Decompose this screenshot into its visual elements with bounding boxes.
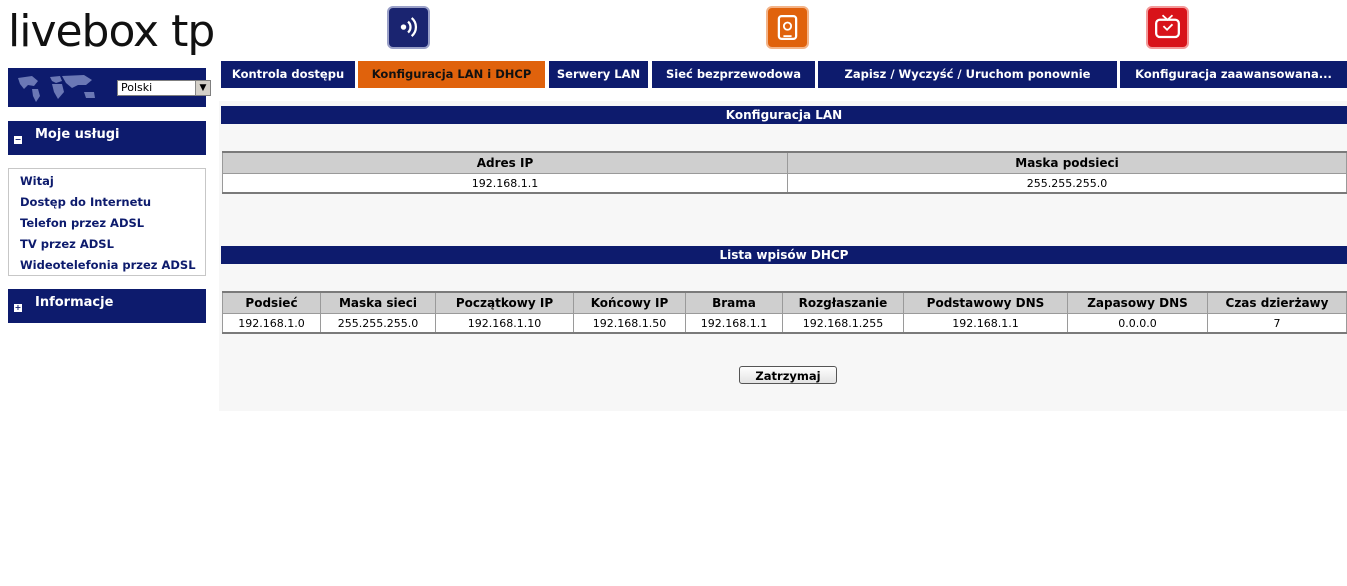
my-services-title: Moje usługi [35,127,120,142]
service-link-welcome[interactable]: Witaj [20,174,54,188]
service-link-tv[interactable]: TV przez ADSL [20,237,114,251]
tab-lan-servers[interactable]: Serwery LAN [549,61,648,88]
table-cell: 192.168.1.1 [903,313,1068,334]
column-header: Końcowy IP [573,291,686,314]
dropdown-arrow-icon[interactable]: ▼ [195,81,210,95]
language-select[interactable]: Polski ▼ [117,80,211,96]
tv-icon[interactable] [1146,6,1189,49]
voip-icon[interactable] [387,6,430,49]
table-cell: 192.168.1.1 [685,313,783,334]
livebox-logo: livebox tp [8,6,215,57]
table-cell: 192.168.1.50 [573,313,686,334]
column-header: Maska podsieci [787,151,1347,174]
table-cell: 192.168.1.0 [222,313,321,334]
lan-config-title: Konfiguracja LAN [221,106,1347,124]
column-header: Zapasowy DNS [1067,291,1208,314]
service-link-phone[interactable]: Telefon przez ADSL [20,216,144,230]
column-header: Brama [685,291,783,314]
column-header: Adres IP [222,151,788,174]
table-row: 192.168.1.0 255.255.255.0 192.168.1.10 1… [222,313,1347,334]
tab-advanced-config[interactable]: Konfiguracja zaawansowana... [1120,61,1347,88]
stop-button[interactable]: Zatrzymaj [739,366,837,384]
table-cell: 7 [1207,313,1347,334]
my-services-header[interactable]: − Moje usługi [8,121,206,155]
service-link-videophone[interactable]: Wideotelefonia przez ADSL [20,258,196,272]
language-selected: Polski [121,81,153,94]
language-bar: Polski ▼ [8,68,211,107]
email-icon[interactable] [766,6,809,49]
dhcp-table: Podsieć Maska sieci Początkowy IP Końcow… [222,291,1347,334]
world-map-icon [18,75,95,102]
table-cell: 192.168.1.1 [222,173,788,194]
column-header: Czas dzierżawy [1207,291,1347,314]
information-title: Informacje [35,295,114,310]
tab-lan-dhcp[interactable]: Konfiguracja LAN i DHCP [358,61,545,88]
services-list: Witaj Dostęp do Internetu Telefon przez … [8,168,206,276]
table-cell: 192.168.1.10 [435,313,574,334]
table-header-row: Podsieć Maska sieci Początkowy IP Końcow… [222,291,1347,314]
table-cell: 255.255.255.0 [787,173,1347,194]
column-header: Podstawowy DNS [903,291,1068,314]
table-cell: 255.255.255.0 [320,313,436,334]
table-cell: 192.168.1.255 [782,313,904,334]
column-header: Rozgłaszanie [782,291,904,314]
lan-table: Adres IP Maska podsieci 192.168.1.1 255.… [222,151,1347,194]
table-header-row: Adres IP Maska podsieci [222,151,1347,174]
tab-save-reset-restart[interactable]: Zapisz / Wyczyść / Uruchom ponownie [818,61,1117,88]
collapse-icon[interactable]: − [14,136,22,144]
table-row: 192.168.1.1 255.255.255.0 [222,173,1347,194]
column-header: Początkowy IP [435,291,574,314]
dhcp-list-title: Lista wpisów DHCP [221,246,1347,264]
tab-wireless[interactable]: Sieć bezprzewodowa [652,61,815,88]
table-cell: 0.0.0.0 [1067,313,1208,334]
tab-access-control[interactable]: Kontrola dostępu [221,61,355,88]
column-header: Maska sieci [320,291,436,314]
column-header: Podsieć [222,291,321,314]
expand-icon[interactable]: + [14,304,22,312]
service-link-internet[interactable]: Dostęp do Internetu [20,195,151,209]
information-header[interactable]: + Informacje [8,289,206,323]
